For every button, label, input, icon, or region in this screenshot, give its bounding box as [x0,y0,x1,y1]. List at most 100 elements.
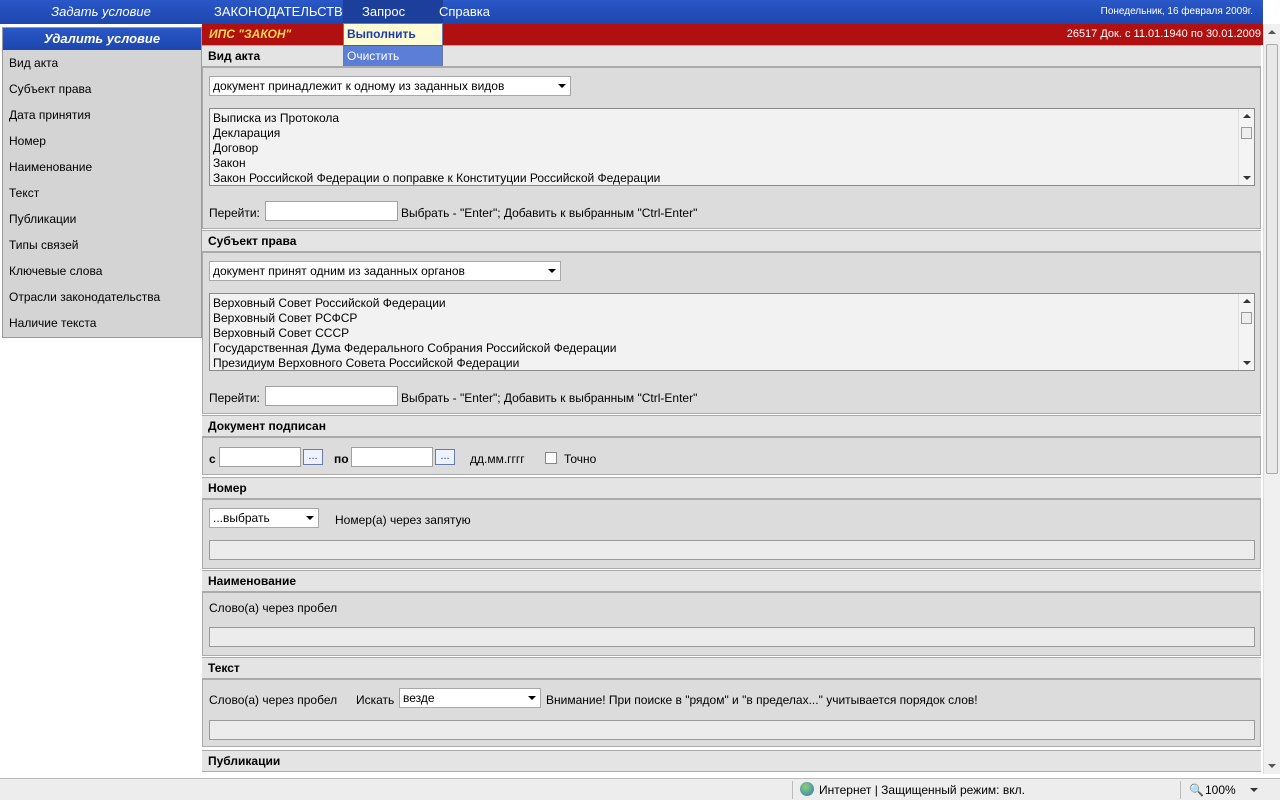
list-item[interactable]: Государственная Дума Федерального Собран… [210,341,1254,356]
number-hint: Номер(а) через запятую [335,513,471,527]
list-item[interactable]: Верховный Совет СССР [210,326,1254,341]
act-type-mode-value: документ принадлежит к одному из заданны… [213,79,505,93]
sidebar-item-act-type[interactable]: Вид акта [3,50,201,76]
list-item[interactable]: Закон Российской Федерации о поправке к … [210,171,1254,185]
top-menu-bar: Задать условие ЗАКОНОДАТЕЛЬСТВО Запрос С… [0,0,1263,24]
sidebar-item-text-presence[interactable]: Наличие текста [3,310,201,336]
menu-legislation[interactable]: ЗАКОНОДАТЕЛЬСТВО [214,0,352,24]
conditions-sidebar: Удалить условие Вид акта Субъект права Д… [2,27,202,338]
subject-mode-value: документ принят одним из заданных органо… [213,264,465,278]
current-date: Понедельник, 16 февраля 2009г. [1100,6,1253,17]
zoom-level[interactable]: 100% [1205,782,1236,798]
sidebar-item-branches[interactable]: Отрасли законодательства [3,284,201,310]
date-format-hint: дд.мм.гггг [470,452,525,466]
list-item[interactable]: Декларация [210,126,1254,141]
list-item[interactable]: Закон [210,156,1254,171]
set-condition-button[interactable]: Задать условие [0,0,202,24]
list-scrollbar[interactable] [1238,109,1254,185]
date-from-input[interactable] [219,447,301,467]
menu-item-execute[interactable]: Выполнить [344,24,442,45]
chevron-down-icon[interactable] [1250,788,1258,792]
text-search-select[interactable]: везде [399,688,541,708]
sidebar-item-keywords[interactable]: Ключевые слова [3,258,201,284]
act-type-hint: Выбрать - "Enter"; Добавить к выбранным … [401,206,698,220]
section-number: ...выбрать Номер(а) через запятую [202,499,1261,569]
list-item[interactable]: Выписка из Протокола [210,111,1254,126]
section-text-title: Текст [202,657,1261,679]
date-to-label: по [334,452,349,466]
sidebar-item-text[interactable]: Текст [3,180,201,206]
scroll-down-icon[interactable] [1268,764,1276,768]
delete-condition-button[interactable]: Удалить условие [3,28,201,50]
act-type-goto-input[interactable] [265,201,398,221]
act-type-goto-label: Перейти: [209,206,260,220]
list-item[interactable]: Президиум Верховного Совета Российской Ф… [210,356,1254,370]
globe-icon [800,782,814,796]
menu-query[interactable]: Запрос [343,0,443,24]
section-signed-title: Документ подписан [202,415,1261,437]
menu-help[interactable]: Справка [439,0,490,24]
number-input[interactable] [209,540,1255,560]
subject-list[interactable]: Верховный Совет Российской Федерации Вер… [209,293,1255,371]
section-text: Слово(а) через пробел Искать везде Внима… [202,679,1261,747]
subject-hint: Выбрать - "Enter"; Добавить к выбранным … [401,391,698,405]
sidebar-item-subject[interactable]: Субъект права [3,76,201,102]
sidebar-item-link-types[interactable]: Типы связей [3,232,201,258]
section-signed: с ... по ... дд.мм.гггг Точно [202,437,1261,475]
section-name: Слово(а) через пробел [202,592,1261,656]
text-input[interactable] [209,720,1255,740]
scroll-thumb[interactable] [1241,312,1252,324]
date-to-picker-button[interactable]: ... [435,449,455,465]
browser-status-bar: Интернет | Защищенный режим: вкл. 100% 🔍 [0,778,1280,800]
date-from-picker-button[interactable]: ... [303,449,323,465]
menu-item-clear[interactable]: Очистить [344,45,442,66]
scroll-thumb[interactable] [1266,44,1278,474]
system-title: ИПС "ЗАКОН" [209,27,292,41]
security-zone: Интернет | Защищенный режим: вкл. [819,783,1025,797]
scroll-up-icon[interactable] [1268,30,1276,34]
sidebar-item-number[interactable]: Номер [3,128,201,154]
date-from-label: с [209,452,216,466]
query-dropdown-menu: Выполнить Очистить [343,23,443,66]
exact-checkbox[interactable] [545,452,557,464]
status-separator [792,781,793,799]
documents-count: 26517 Док. с 11.01.1940 по 30.01.2009 [1066,28,1261,40]
sidebar-item-adoption-date[interactable]: Дата принятия [3,102,201,128]
list-item[interactable]: Верховный Совет РСФСР [210,311,1254,326]
list-scrollbar[interactable] [1238,294,1254,370]
scroll-down-icon[interactable] [1243,176,1251,180]
exact-label: Точно [564,452,597,466]
act-type-list[interactable]: Выписка из Протокола Декларация Договор … [209,108,1255,186]
text-hint: Слово(а) через пробел [209,693,338,707]
chevron-down-icon [548,269,556,273]
page-scrollbar[interactable] [1263,24,1280,774]
scroll-down-icon[interactable] [1243,361,1251,365]
text-search-value: везде [403,691,435,705]
section-subject-title: Субъект права [202,230,1261,252]
scroll-thumb[interactable] [1241,127,1252,139]
name-hint: Слово(а) через пробел [209,601,338,615]
chevron-down-icon [306,516,314,520]
chevron-down-icon [558,84,566,88]
section-subject: документ принят одним из заданных органо… [202,252,1261,414]
sidebar-item-publications[interactable]: Публикации [3,206,201,232]
subject-goto-input[interactable] [265,386,398,406]
subject-mode-select[interactable]: документ принят одним из заданных органо… [209,261,561,281]
name-input[interactable] [209,627,1255,647]
text-warning: Внимание! При поиске в "рядом" и "в пред… [546,693,978,707]
scroll-up-icon[interactable] [1243,299,1251,303]
subject-goto-label: Перейти: [209,391,260,405]
list-item[interactable]: Договор [210,141,1254,156]
scroll-up-icon[interactable] [1243,114,1251,118]
number-select[interactable]: ...выбрать [209,508,319,528]
query-form: Вид акта документ принадлежит к одному и… [202,45,1261,774]
date-to-input[interactable] [351,447,433,467]
list-item[interactable]: Верховный Совет Российской Федерации [210,296,1254,311]
section-publications-title: Публикации [202,750,1261,772]
zoom-icon[interactable]: 🔍 [1189,783,1204,797]
section-number-title: Номер [202,477,1261,499]
section-act-type: документ принадлежит к одному из заданны… [202,67,1261,229]
act-type-mode-select[interactable]: документ принадлежит к одному из заданны… [209,76,571,96]
chevron-down-icon [528,696,536,700]
sidebar-item-name[interactable]: Наименование [3,154,201,180]
